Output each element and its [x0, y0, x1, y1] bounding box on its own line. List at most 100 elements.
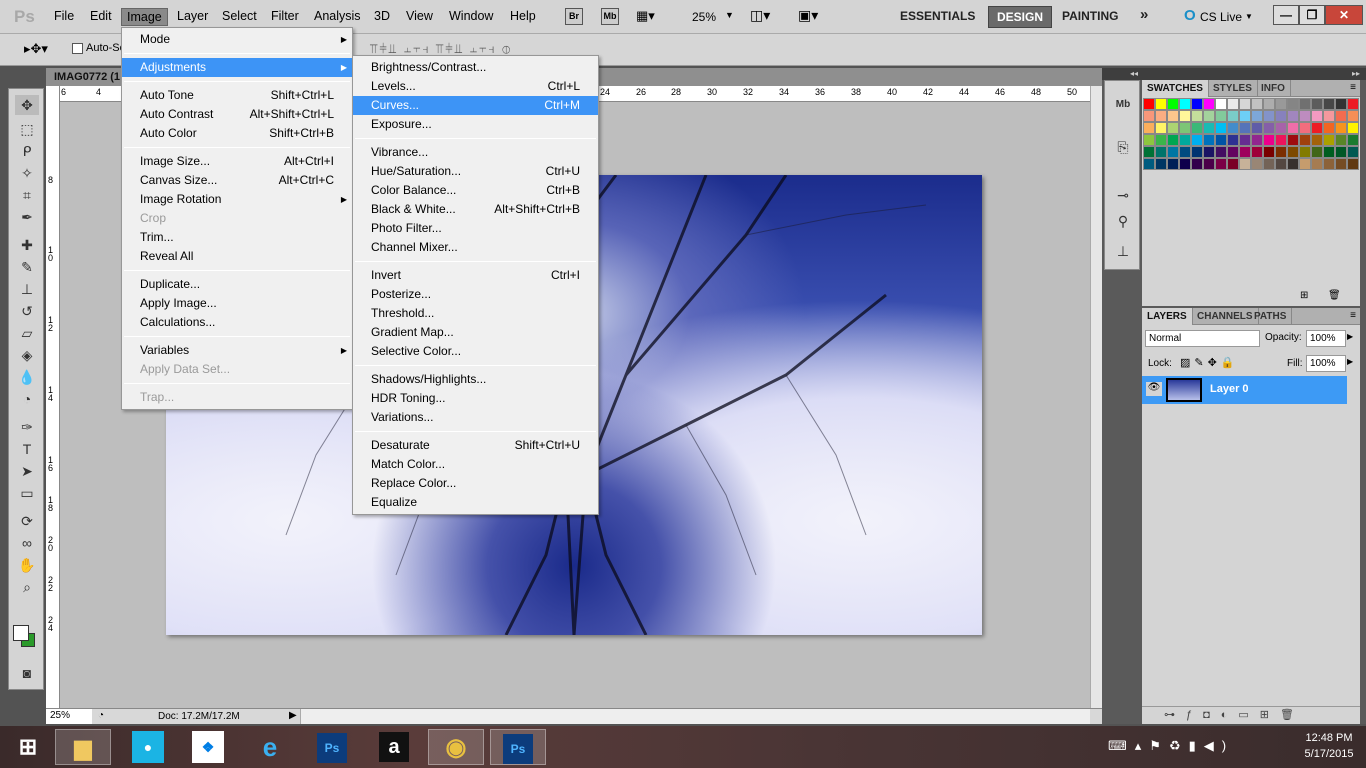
color-swatch[interactable]: [1335, 146, 1347, 158]
menu-select[interactable]: Select: [222, 9, 257, 23]
color-swatch[interactable]: [1263, 122, 1275, 134]
menu-edit[interactable]: Edit: [90, 9, 112, 23]
color-swatch[interactable]: [1275, 122, 1287, 134]
color-swatch[interactable]: [1191, 158, 1203, 170]
tab-swatches[interactable]: SWATCHES: [1142, 80, 1209, 97]
clone-source-icon[interactable]: ⚲: [1111, 211, 1135, 231]
color-swatch[interactable]: [1287, 134, 1299, 146]
layer-action-icons[interactable]: ⊶ƒ◘◐▭⊞🗑: [1164, 708, 1305, 721]
new-swatch-icon[interactable]: ⊞: [1300, 290, 1308, 301]
color-swatch[interactable]: [1287, 158, 1299, 170]
menu-item-canvas-size[interactable]: Canvas Size... Alt+Ctrl+C: [122, 171, 352, 190]
panel-menu-icon[interactable]: ≡: [1350, 82, 1356, 93]
crop-tool-icon[interactable]: ⌗: [15, 185, 39, 205]
fill-slider-arrow[interactable]: ▶: [1347, 357, 1353, 366]
lock-icons[interactable]: ▨✎✥🔒: [1180, 356, 1239, 369]
3d-orbit-tool-icon[interactable]: ∞: [15, 533, 39, 553]
menu-item-calculations[interactable]: Calculations...: [122, 313, 352, 332]
color-swatch[interactable]: [1347, 146, 1359, 158]
menu-item-hue-saturation[interactable]: Hue/Saturation... Ctrl+U: [353, 162, 598, 181]
menu-item-auto-color[interactable]: Auto Color Shift+Ctrl+B: [122, 124, 352, 143]
color-swatch[interactable]: [1167, 98, 1179, 110]
screen-mode-icon[interactable]: ▣▾: [798, 7, 818, 24]
menu-item-apply-image[interactable]: Apply Image...: [122, 294, 352, 313]
color-swatch[interactable]: [1155, 158, 1167, 170]
menu-item-gradient-map[interactable]: Gradient Map...: [353, 323, 598, 342]
auto-select-checkbox[interactable]: [72, 43, 83, 54]
color-swatch[interactable]: [1347, 158, 1359, 170]
menu-image[interactable]: Image: [121, 8, 168, 26]
fill-field[interactable]: 100%: [1306, 355, 1346, 372]
hand-tool-icon[interactable]: ✋: [15, 555, 39, 575]
clock-time[interactable]: 12:48 PM: [1302, 732, 1356, 744]
mini-bridge-button[interactable]: Mb: [601, 8, 619, 25]
color-swatch[interactable]: [1299, 122, 1311, 134]
color-swatch[interactable]: [1167, 134, 1179, 146]
menu-window[interactable]: Window: [449, 9, 493, 23]
bridge-button[interactable]: Br: [565, 8, 583, 25]
blend-mode-select[interactable]: Normal: [1145, 330, 1260, 347]
color-swatch[interactable]: [1299, 158, 1311, 170]
color-swatch[interactable]: [1251, 98, 1263, 110]
menu-item-brightness-contrast[interactable]: Brightness/Contrast...: [353, 58, 598, 77]
workspace-painting[interactable]: PAINTING: [1062, 9, 1118, 23]
color-swatch[interactable]: [1347, 122, 1359, 134]
opacity-slider-arrow[interactable]: ▶: [1347, 332, 1353, 341]
menu-layer[interactable]: Layer: [177, 9, 208, 23]
menu-item-desaturate[interactable]: Desaturate Shift+Ctrl+U: [353, 436, 598, 455]
color-swatch[interactable]: [1275, 158, 1287, 170]
system-tray-icons[interactable]: ⌨▴⚑♻▮◀): [1108, 738, 1234, 754]
color-swatch[interactable]: [1299, 134, 1311, 146]
color-swatch[interactable]: [1311, 122, 1323, 134]
color-swatch[interactable]: [1203, 158, 1215, 170]
color-swatch[interactable]: [1275, 134, 1287, 146]
color-swatch[interactable]: [1227, 158, 1239, 170]
menu-3d[interactable]: 3D: [374, 9, 390, 23]
tab-paths[interactable]: PATHS: [1249, 308, 1293, 325]
taskbar-photoshop-active-icon[interactable]: Ps: [503, 734, 533, 764]
color-swatch[interactable]: [1275, 98, 1287, 110]
color-swatch[interactable]: [1143, 134, 1155, 146]
color-swatch[interactable]: [1143, 110, 1155, 122]
color-swatch[interactable]: [1251, 122, 1263, 134]
panel-menu-icon[interactable]: ≡: [1350, 310, 1356, 321]
vertical-ruler[interactable]: 8 1 0 1 2 1 4 1 6 1 8 2 0 2 2 2 4: [46, 86, 60, 708]
color-swatch[interactable]: [1203, 110, 1215, 122]
color-swatch[interactable]: [1311, 134, 1323, 146]
menu-analysis[interactable]: Analysis: [314, 9, 361, 23]
color-swatch[interactable]: [1239, 110, 1251, 122]
color-swatch[interactable]: [1239, 158, 1251, 170]
minimize-button[interactable]: —: [1273, 5, 1299, 25]
color-swatch[interactable]: [1155, 134, 1167, 146]
color-swatch[interactable]: [1299, 146, 1311, 158]
color-swatch[interactable]: [1215, 122, 1227, 134]
color-swatch[interactable]: [1179, 146, 1191, 158]
menu-item-equalize[interactable]: Equalize: [353, 493, 598, 512]
status-menu-arrow-icon[interactable]: ▶: [289, 710, 297, 721]
color-swatch[interactable]: [1239, 122, 1251, 134]
color-swatch[interactable]: [1287, 122, 1299, 134]
tab-layers[interactable]: LAYERS: [1142, 308, 1193, 325]
taskbar-amazon-icon[interactable]: a: [379, 732, 409, 762]
color-swatch[interactable]: [1203, 98, 1215, 110]
color-swatch[interactable]: [1323, 158, 1335, 170]
pen-tool-icon[interactable]: ✑: [15, 417, 39, 437]
taskbar-internet-explorer-icon[interactable]: e: [242, 729, 298, 765]
color-swatch[interactable]: [1347, 98, 1359, 110]
delete-swatch-icon[interactable]: 🗑: [1328, 290, 1341, 301]
color-swatch[interactable]: [1155, 110, 1167, 122]
visibility-eye-icon[interactable]: 👁: [1146, 382, 1162, 396]
eraser-tool-icon[interactable]: ▱: [15, 323, 39, 343]
color-swatch[interactable]: [1335, 158, 1347, 170]
menu-item-invert[interactable]: Invert Ctrl+I: [353, 266, 598, 285]
menu-item-variables[interactable]: Variables ▶: [122, 341, 352, 360]
foreground-color-swatch[interactable]: [13, 625, 29, 641]
color-swatch[interactable]: [1143, 98, 1155, 110]
color-swatch[interactable]: [1239, 98, 1251, 110]
layer-name[interactable]: Layer 0: [1210, 383, 1249, 395]
color-swatch[interactable]: [1251, 110, 1263, 122]
restore-button[interactable]: ❐: [1299, 5, 1325, 25]
color-swatch[interactable]: [1215, 158, 1227, 170]
menu-item-match-color[interactable]: Match Color...: [353, 455, 598, 474]
menu-help[interactable]: Help: [510, 9, 536, 23]
